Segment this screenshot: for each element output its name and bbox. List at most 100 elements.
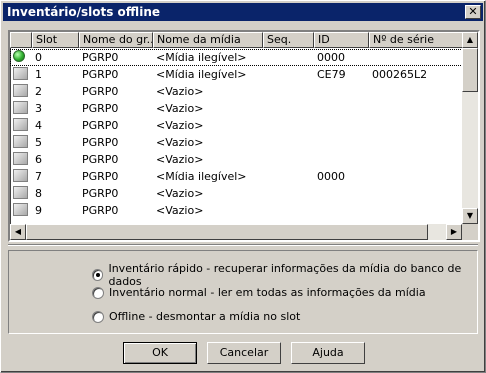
list-rows: 0 PGRP0 <Mídia ilegível> 0000 1 PGRP0 <Mídia i… — [10, 49, 465, 219]
cell-media: <Mídia ilegível> — [156, 170, 247, 183]
title-bar[interactable]: Inventário/slots offline ✕ — [3, 3, 483, 21]
slot-status-icon — [13, 66, 28, 80]
table-row[interactable]: 7 PGRP0 <Mídia ilegível> 0000 — [10, 168, 465, 185]
cell-slot: 1 — [35, 68, 42, 81]
column-header-id[interactable]: ID — [314, 32, 369, 48]
radio-icon[interactable] — [92, 310, 104, 323]
status-cell — [10, 185, 32, 202]
green-status-icon — [13, 50, 25, 62]
option-label: Inventário rápido - recuperar informaçõe… — [108, 262, 462, 288]
radio-icon[interactable] — [92, 286, 104, 299]
status-cell — [10, 83, 32, 100]
scroll-left-icon[interactable]: ◀ — [10, 224, 26, 240]
option-quick-inventory[interactable]: Inventário rápido - recuperar informaçõe… — [92, 262, 477, 288]
option-normal-inventory[interactable]: Inventário normal - ler em todas as info… — [92, 286, 426, 299]
cell-group: PGRP0 — [82, 136, 119, 149]
status-cell — [10, 168, 32, 185]
slot-status-icon — [13, 202, 28, 216]
scroll-right-icon[interactable]: ▶ — [446, 224, 462, 240]
status-cell — [10, 117, 32, 134]
cell-media: <Vazio> — [156, 102, 204, 115]
column-header-slot[interactable]: Slot — [32, 32, 79, 48]
status-cell — [10, 50, 32, 65]
cell-slot: 4 — [35, 119, 42, 132]
dialog-window: Inventário/slots offline ✕ Slot Nome do … — [0, 0, 486, 373]
slot-status-icon — [13, 100, 28, 114]
window-title: Inventário/slots offline — [7, 5, 160, 19]
option-label: Inventário normal - ler em todas as info… — [109, 286, 426, 299]
column-header-serial[interactable]: Nº de série — [369, 32, 465, 48]
cell-group: PGRP0 — [82, 187, 119, 200]
cell-slot: 5 — [35, 136, 42, 149]
cell-group: PGRP0 — [82, 102, 119, 115]
close-button[interactable]: ✕ — [465, 5, 481, 19]
cell-media: <Vazio> — [156, 187, 204, 200]
status-cell — [10, 202, 32, 219]
horizontal-scroll-thumb[interactable] — [26, 224, 428, 240]
table-row[interactable]: 8 PGRP0 <Vazio> — [10, 185, 465, 202]
cell-group: PGRP0 — [82, 170, 119, 183]
option-label: Offline - desmontar a mídia no slot — [109, 310, 301, 323]
table-row[interactable]: 3 PGRP0 <Vazio> — [10, 100, 465, 117]
table-row[interactable]: 2 PGRP0 <Vazio> — [10, 83, 465, 100]
ok-button[interactable]: OK — [123, 342, 197, 364]
cell-slot: 7 — [35, 170, 42, 183]
cell-group: PGRP0 — [82, 68, 119, 81]
radio-icon[interactable] — [92, 269, 104, 281]
table-row[interactable]: 9 PGRP0 <Vazio> — [10, 202, 465, 219]
list-header: Slot Nome do gr... Nome da mídia Seq. ID… — [10, 32, 477, 48]
option-offline[interactable]: Offline - desmontar a mídia no slot — [92, 310, 300, 323]
table-row[interactable]: 5 PGRP0 <Vazio> — [10, 134, 465, 151]
scroll-up-icon[interactable]: ▲ — [462, 32, 478, 48]
vertical-scroll-thumb[interactable] — [462, 48, 478, 92]
cell-media: <Vazio> — [156, 119, 204, 132]
column-header-media[interactable]: Nome da mídia — [153, 32, 263, 48]
cancel-button[interactable]: Cancelar — [207, 342, 281, 364]
vertical-scrollbar[interactable]: ▲ ▼ — [462, 32, 478, 224]
slot-status-icon — [13, 185, 28, 199]
cell-media: <Vazio> — [156, 204, 204, 217]
cell-slot: 3 — [35, 102, 42, 115]
column-header-status[interactable] — [10, 32, 32, 48]
cell-group: PGRP0 — [82, 85, 119, 98]
status-cell — [10, 151, 32, 168]
separator — [8, 244, 478, 246]
help-button[interactable]: Ajuda — [291, 342, 365, 364]
status-cell — [10, 100, 32, 117]
cell-group: PGRP0 — [82, 51, 119, 64]
cell-media: <Vazio> — [156, 85, 204, 98]
cell-slot: 2 — [35, 85, 42, 98]
cell-media: <Vazio> — [156, 153, 204, 166]
table-row[interactable]: 6 PGRP0 <Vazio> — [10, 151, 465, 168]
cell-group: PGRP0 — [82, 204, 119, 217]
cell-slot: 8 — [35, 187, 42, 200]
cell-serial: 000265L2 — [372, 68, 428, 81]
cell-id: 0000 — [317, 51, 345, 64]
status-cell — [10, 66, 32, 83]
column-header-group[interactable]: Nome do gr... — [79, 32, 153, 48]
cell-media: <Mídia ilegível> — [156, 51, 247, 64]
cell-id: CE79 — [317, 68, 346, 81]
table-row[interactable]: 1 PGRP0 <Mídia ilegível> CE79 000265L2 — [10, 66, 465, 83]
cell-group: PGRP0 — [82, 153, 119, 166]
slot-status-icon — [13, 83, 28, 97]
column-header-seq[interactable]: Seq. — [263, 32, 314, 48]
scroll-corner — [462, 224, 478, 240]
slot-list[interactable]: Slot Nome do gr... Nome da mídia Seq. ID… — [8, 30, 480, 242]
cell-slot: 9 — [35, 204, 42, 217]
cell-id: 0000 — [317, 170, 345, 183]
slot-status-icon — [13, 151, 28, 165]
slot-status-icon — [13, 117, 28, 131]
slot-status-icon — [13, 134, 28, 148]
horizontal-scrollbar[interactable]: ◀ ▶ — [10, 224, 462, 240]
table-row[interactable]: 4 PGRP0 <Vazio> — [10, 117, 465, 134]
scroll-down-icon[interactable]: ▼ — [462, 208, 478, 224]
slot-status-icon — [13, 168, 28, 182]
inventory-options-group: Inventário rápido - recuperar informaçõe… — [8, 250, 478, 334]
cell-group: PGRP0 — [82, 119, 119, 132]
cell-slot: 0 — [35, 51, 42, 64]
cell-slot: 6 — [35, 153, 42, 166]
status-cell — [10, 134, 32, 151]
cell-media: <Mídia ilegível> — [156, 68, 247, 81]
table-row[interactable]: 0 PGRP0 <Mídia ilegível> 0000 — [10, 49, 465, 66]
